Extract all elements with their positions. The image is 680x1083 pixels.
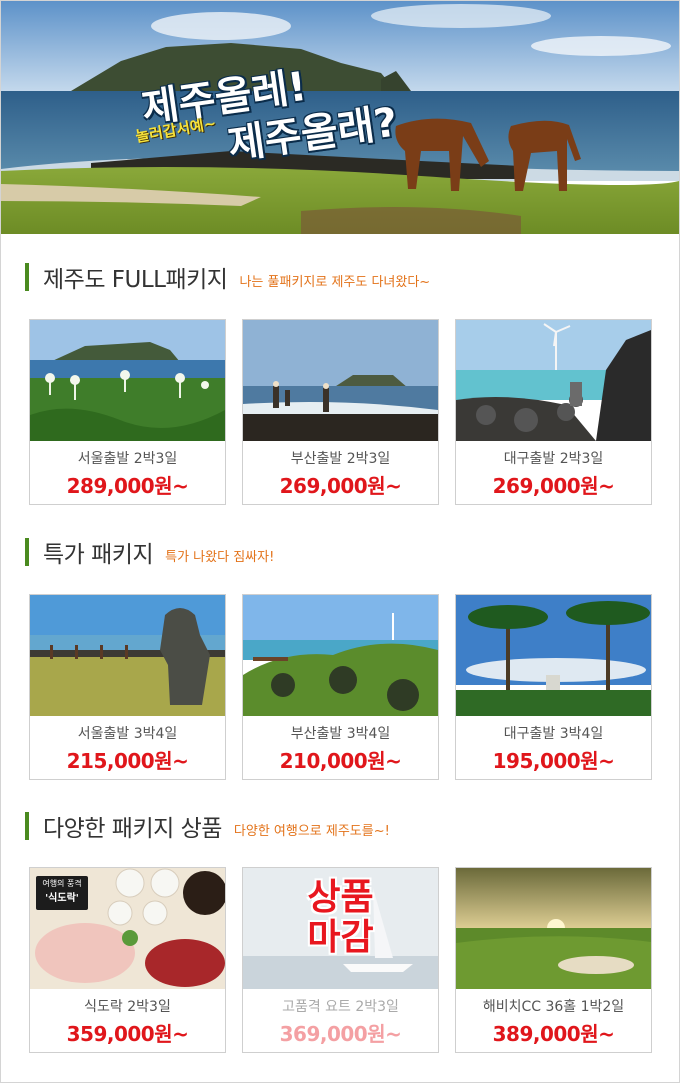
package-photo	[243, 320, 438, 441]
package-card[interactable]: 해비치CC 36홀 1박2일 389,000원~	[455, 867, 652, 1053]
package-photo: 여행의 풍격 '식도락'	[30, 868, 225, 989]
package-photo: 상품 마감	[243, 868, 438, 989]
food-badge: 여행의 풍격 '식도락'	[36, 876, 88, 910]
package-label: 서울출발 2박3일	[77, 451, 178, 467]
package-card-closed[interactable]: 상품 마감 고품격 요트 2박3일 369,000원~	[242, 867, 439, 1053]
package-label: 대구출발 3박4일	[503, 726, 604, 742]
page: 제주올레! 놀러갑서예~ 제주올래? 제주도 FULL패키지 나는 풀패키지로 …	[0, 0, 680, 1083]
section-header-special: 특가 패키지 특가 나왔다 짐싸자!	[25, 537, 275, 568]
sold-out-line1: 상품	[307, 877, 374, 918]
package-label: 부산출발 3박4일	[290, 726, 391, 742]
package-card[interactable]: 서울출발 3박4일 215,000원~	[29, 594, 226, 780]
package-grid-full: 서울출발 2박3일 289,000원~ 부산출발 2박3일 269,000원~	[29, 319, 652, 505]
package-price: 289,000원~	[66, 474, 189, 498]
package-card[interactable]: 서울출발 2박3일 289,000원~	[29, 319, 226, 505]
food-badge-main: '식도락'	[45, 893, 79, 904]
package-photo	[30, 320, 225, 441]
package-photo	[456, 868, 651, 989]
package-card[interactable]: 여행의 풍격 '식도락' 식도락 2박3일 359,000원~	[29, 867, 226, 1053]
package-grid-special: 서울출발 3박4일 215,000원~ 부산출발 3박4일 210,000원~	[29, 594, 652, 780]
section-title: 특가 패키지	[43, 542, 154, 568]
package-label: 해비치CC 36홀 1박2일	[482, 999, 625, 1015]
section-subtitle: 다양한 여행으로 제주도를~!	[233, 823, 390, 839]
package-photo	[30, 595, 225, 716]
section-header-various: 다양한 패키지 상품 다양한 여행으로 제주도를~!	[25, 811, 390, 842]
package-card[interactable]: 대구출발 3박4일 195,000원~	[455, 594, 652, 780]
section-accent-bar	[25, 538, 29, 566]
package-photo	[243, 595, 438, 716]
package-card[interactable]: 부산출발 3박4일 210,000원~	[242, 594, 439, 780]
section-header-full-package: 제주도 FULL패키지 나는 풀패키지로 제주도 다녀왔다~	[25, 262, 431, 293]
package-label: 대구출발 2박3일	[503, 451, 604, 467]
package-label: 식도락 2박3일	[84, 999, 171, 1015]
package-label: 부산출발 2박3일	[290, 451, 391, 467]
package-label: 고품격 요트 2박3일	[282, 999, 399, 1015]
package-price: 359,000원~	[66, 1022, 189, 1046]
section-title: 다양한 패키지 상품	[43, 816, 222, 842]
package-price: 215,000원~	[66, 749, 189, 773]
package-card[interactable]: 부산출발 2박3일 269,000원~	[242, 319, 439, 505]
package-photo	[456, 595, 651, 716]
section-accent-bar	[25, 263, 29, 291]
package-price: 389,000원~	[492, 1022, 615, 1046]
package-card[interactable]: 대구출발 2박3일 269,000원~	[455, 319, 652, 505]
sold-out-stamp: 상품 마감	[243, 878, 438, 958]
hero-banner: 제주올레! 놀러갑서예~ 제주올래?	[1, 1, 679, 234]
section-subtitle: 특가 나왔다 짐싸자!	[165, 549, 275, 565]
package-grid-various: 여행의 풍격 '식도락' 식도락 2박3일 359,000원~ 상품 마감 고품…	[29, 867, 652, 1053]
package-photo	[456, 320, 651, 441]
package-label: 서울출발 3박4일	[77, 726, 178, 742]
package-price: 369,000원~	[279, 1022, 402, 1046]
package-price: 210,000원~	[279, 749, 402, 773]
package-price: 269,000원~	[492, 474, 615, 498]
food-badge-top: 여행의 풍격	[42, 879, 82, 888]
section-title: 제주도 FULL패키지	[43, 267, 228, 293]
package-price: 269,000원~	[279, 474, 402, 498]
section-subtitle: 나는 풀패키지로 제주도 다녀왔다~	[239, 274, 431, 290]
package-price: 195,000원~	[492, 749, 615, 773]
sold-out-line2: 마감	[307, 917, 374, 958]
section-accent-bar	[25, 812, 29, 840]
